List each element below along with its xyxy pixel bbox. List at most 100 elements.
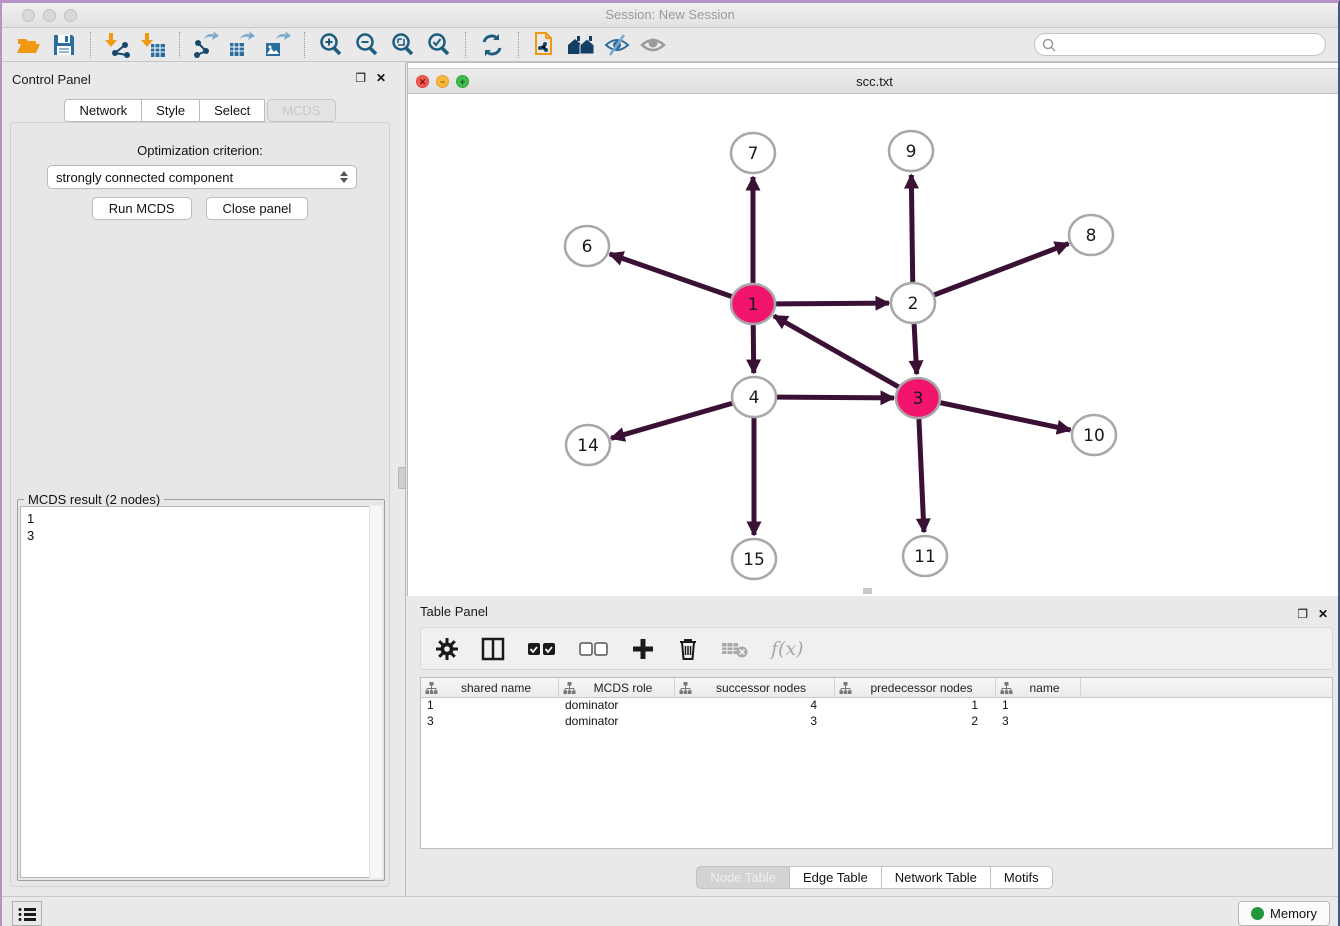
zoom-in-icon[interactable] bbox=[313, 30, 349, 60]
network-view-title: scc.txt bbox=[408, 74, 1340, 89]
tab-style[interactable]: Style bbox=[142, 99, 200, 122]
table-cell[interactable]: 2 bbox=[835, 714, 996, 730]
graph-node-3[interactable]: 3 bbox=[896, 378, 940, 418]
tab-select[interactable]: Select bbox=[200, 99, 265, 122]
status-bar: Memory bbox=[2, 896, 1338, 926]
save-icon[interactable] bbox=[46, 30, 82, 60]
svg-text:6: 6 bbox=[582, 237, 593, 257]
control-panel-tabs: NetworkStyleSelectMCDS bbox=[2, 99, 398, 122]
close-table-panel-icon[interactable]: ✕ bbox=[1318, 607, 1328, 621]
table-panel: Table Panel ❐ ✕ bbox=[407, 598, 1340, 896]
graph-node-11[interactable]: 11 bbox=[903, 536, 947, 576]
column-header-predecessor-nodes[interactable]: predecessor nodes bbox=[835, 678, 996, 697]
table-cell[interactable]: 3 bbox=[675, 714, 835, 730]
deselect-all-icon[interactable] bbox=[579, 634, 609, 664]
toolbar-separator bbox=[465, 32, 466, 58]
table-cell[interactable]: 3 bbox=[421, 714, 559, 730]
gear-icon[interactable] bbox=[435, 634, 459, 664]
export-image-icon[interactable] bbox=[260, 30, 296, 60]
graph-edge-3-10[interactable] bbox=[918, 398, 1071, 430]
zoom-selected-icon[interactable] bbox=[421, 30, 457, 60]
graph-node-10[interactable]: 10 bbox=[1072, 415, 1116, 455]
graph-node-2[interactable]: 2 bbox=[891, 283, 935, 323]
network-canvas[interactable]: 7 9 6 8 1 2 4 3 14 10 15 11 bbox=[408, 95, 1340, 596]
tab-network[interactable]: Network bbox=[64, 99, 142, 122]
column-type-icon bbox=[679, 682, 692, 694]
refresh-layout-icon[interactable] bbox=[474, 30, 510, 60]
float-panel-icon[interactable]: ❐ bbox=[355, 71, 366, 85]
column-header-shared-name[interactable]: shared name bbox=[421, 678, 559, 697]
graph-node-8[interactable]: 8 bbox=[1069, 215, 1113, 255]
hide-eye-icon[interactable] bbox=[599, 30, 635, 60]
splitter-handle[interactable] bbox=[398, 467, 406, 489]
mcds-panel: Optimization criterion: strongly connect… bbox=[10, 122, 390, 887]
table-cell[interactable]: 1 bbox=[421, 698, 559, 714]
graph-node-15[interactable]: 15 bbox=[732, 539, 776, 579]
optimization-criterion-select[interactable]: strongly connected component bbox=[47, 165, 357, 189]
svg-text:7: 7 bbox=[748, 144, 759, 164]
add-column-icon[interactable] bbox=[631, 634, 655, 664]
graph-node-9[interactable]: 9 bbox=[889, 131, 933, 171]
open-folder-icon[interactable] bbox=[10, 30, 46, 60]
float-table-panel-icon[interactable]: ❐ bbox=[1297, 607, 1308, 621]
show-eye-icon[interactable] bbox=[635, 30, 671, 60]
graph-node-1[interactable]: 1 bbox=[731, 284, 775, 324]
close-panel-icon[interactable]: ✕ bbox=[376, 71, 386, 85]
search-input[interactable] bbox=[1057, 36, 1325, 54]
zoom-fit-icon[interactable] bbox=[385, 30, 421, 60]
import-table-icon[interactable] bbox=[135, 30, 171, 60]
tab-mcds[interactable]: MCDS bbox=[267, 99, 335, 122]
column-header-name[interactable]: name bbox=[996, 678, 1081, 697]
result-scrollbar[interactable] bbox=[369, 506, 382, 878]
application-window: Session: New Session bbox=[0, 0, 1340, 926]
table-cell[interactable]: dominator bbox=[559, 714, 675, 730]
toolbar-separator bbox=[90, 32, 91, 58]
import-network-icon[interactable] bbox=[99, 30, 135, 60]
close-panel-button[interactable]: Close panel bbox=[206, 197, 309, 220]
mcds-result-text[interactable]: 1 3 bbox=[20, 506, 382, 878]
table-cell[interactable]: 4 bbox=[675, 698, 835, 714]
table-cell[interactable]: 1 bbox=[835, 698, 996, 714]
canvas-splitter-handle[interactable] bbox=[863, 588, 872, 594]
table-cell[interactable]: 1 bbox=[996, 698, 1081, 714]
memory-button[interactable]: Memory bbox=[1238, 901, 1330, 926]
run-mcds-button[interactable]: Run MCDS bbox=[92, 197, 192, 220]
home-networks-icon[interactable] bbox=[563, 30, 599, 60]
zoom-out-icon[interactable] bbox=[349, 30, 385, 60]
optimization-criterion-label: Optimization criterion: bbox=[11, 143, 389, 158]
export-table-icon[interactable] bbox=[224, 30, 260, 60]
split-panel-icon[interactable] bbox=[481, 634, 505, 664]
graph-node-7[interactable]: 7 bbox=[731, 133, 775, 173]
table-row[interactable]: 1dominator411 bbox=[421, 698, 1332, 714]
mcds-result-group: MCDS result (2 nodes) 1 3 bbox=[17, 499, 385, 881]
delete-column-icon[interactable] bbox=[677, 634, 699, 664]
tab-motifs[interactable]: Motifs bbox=[991, 866, 1053, 889]
column-type-icon bbox=[425, 682, 438, 694]
function-builder-icon: f(x) bbox=[771, 634, 804, 664]
memory-status-icon bbox=[1251, 907, 1264, 920]
column-header-MCDS-role[interactable]: MCDS role bbox=[559, 678, 675, 697]
tab-network-table[interactable]: Network Table bbox=[882, 866, 991, 889]
window-title: Session: New Session bbox=[2, 7, 1338, 22]
table-tabs: Node TableEdge TableNetwork TableMotifs bbox=[407, 866, 1340, 889]
table-row[interactable]: 3dominator323 bbox=[421, 714, 1332, 730]
control-panel-title: Control Panel bbox=[12, 72, 91, 87]
graph-node-14[interactable]: 14 bbox=[566, 425, 610, 465]
graph-edge-3-1[interactable] bbox=[774, 316, 918, 398]
table-cell[interactable]: 3 bbox=[996, 714, 1081, 730]
network-document-icon[interactable] bbox=[527, 30, 563, 60]
graph-edge-2-8[interactable] bbox=[913, 244, 1069, 303]
column-header-successor-nodes[interactable]: successor nodes bbox=[675, 678, 835, 697]
control-panel: Control Panel ❐ ✕ NetworkStyleSelectMCDS… bbox=[2, 62, 398, 896]
graph-node-4[interactable]: 4 bbox=[732, 377, 776, 417]
tab-edge-table[interactable]: Edge Table bbox=[790, 866, 882, 889]
graph-node-6[interactable]: 6 bbox=[565, 226, 609, 266]
task-history-button[interactable] bbox=[12, 901, 42, 926]
table-toolbar: f(x) bbox=[420, 627, 1333, 670]
toolbar-separator bbox=[304, 32, 305, 58]
tab-node-table[interactable]: Node Table bbox=[696, 866, 790, 889]
export-network-icon[interactable] bbox=[188, 30, 224, 60]
svg-text:4: 4 bbox=[749, 388, 760, 408]
select-all-icon[interactable] bbox=[527, 634, 557, 664]
table-cell[interactable]: dominator bbox=[559, 698, 675, 714]
